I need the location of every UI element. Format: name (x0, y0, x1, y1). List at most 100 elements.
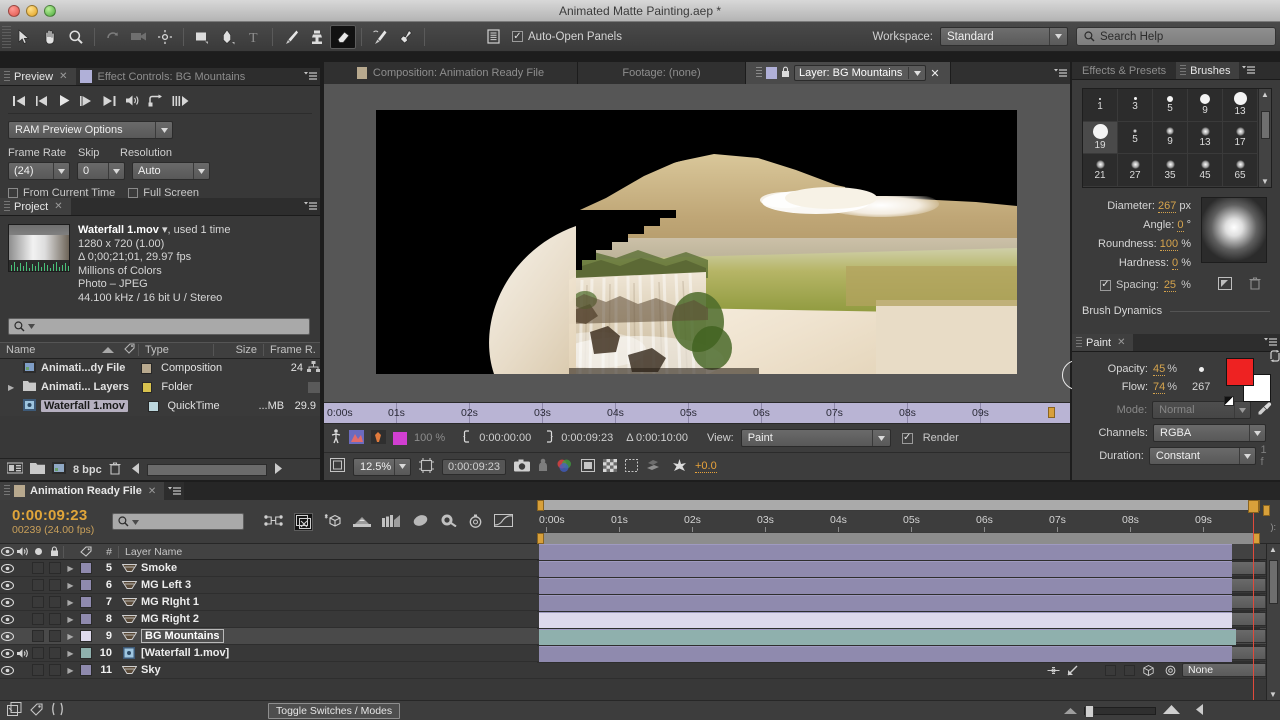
new-folder-button[interactable] (30, 462, 45, 477)
new-brush-button[interactable] (1217, 277, 1232, 293)
table-row[interactable]: ▶ 11 Sky None (0, 662, 1280, 679)
brush-dynamics-section[interactable]: Brush Dynamics (1072, 305, 1280, 317)
expand-triangle-icon[interactable]: ▶ (63, 666, 78, 675)
snapshot-icon[interactable] (514, 459, 530, 475)
workspace-select[interactable]: Standard (940, 27, 1068, 46)
solo-toggle-7[interactable] (30, 596, 46, 608)
layer-duration-bar[interactable] (537, 595, 1260, 612)
selection-tool[interactable] (11, 25, 37, 49)
transparency-grid-icon[interactable] (603, 458, 617, 475)
layer-artwork[interactable] (376, 110, 1017, 374)
column-header-type[interactable]: Type (138, 344, 213, 357)
target-region-icon[interactable] (330, 429, 342, 447)
project-row-movie[interactable]: Waterfall 1.mov QuickTime ...MB 29.9 (0, 397, 320, 416)
timeline-ruler[interactable]: 0:00s 01s 02s 03s 04s 05s 06s 07s 08s 09s (537, 500, 1260, 544)
hand-tool[interactable] (37, 25, 63, 49)
eyedropper-icon[interactable] (1257, 401, 1272, 419)
horizontal-scrollbar[interactable] (146, 463, 267, 476)
scrollbar-thumb[interactable] (1269, 560, 1278, 604)
expand-triangle-icon[interactable]: ▶ (63, 581, 78, 590)
layer-duration-bar[interactable] (537, 646, 1260, 663)
layer-canvas[interactable] (324, 84, 1092, 402)
new-comp-button[interactable] (6, 462, 24, 477)
num-column-header[interactable]: # (94, 546, 118, 558)
exposure-icon[interactable] (672, 458, 687, 476)
label-swatch[interactable] (78, 562, 94, 574)
tab-layer[interactable]: Layer: BG Mountains ✕ (746, 62, 951, 84)
project-row-folder[interactable]: ▶ Animati... Layers Folder (0, 378, 320, 397)
duration-value[interactable]: Δ 0:00:10:00 (626, 432, 688, 444)
solo-toggle-10[interactable] (30, 647, 46, 659)
solo-toggle-6[interactable] (30, 579, 46, 591)
tab-brushes[interactable]: Brushes (1176, 62, 1239, 79)
default-colors-icon[interactable] (1224, 396, 1234, 406)
lock-toggle-10[interactable] (46, 647, 63, 659)
zoom-slider-handle[interactable] (1085, 704, 1094, 718)
hardness-value[interactable]: 0 (1172, 257, 1179, 270)
frame-blending-icon[interactable] (382, 514, 401, 530)
brush-preset-19-5[interactable]: 19 (1083, 121, 1118, 155)
expand-triangle-icon[interactable]: ▶ (63, 649, 78, 658)
auto-open-panels-checkbox[interactable]: ✓ (512, 31, 523, 42)
toolbar-grip[interactable] (2, 25, 11, 48)
brush-preset-5-6[interactable]: 5 (1118, 121, 1153, 155)
play-button[interactable] (58, 94, 71, 107)
skip-select[interactable]: 0 (77, 162, 125, 180)
full-screen-checkbox[interactable] (128, 188, 139, 198)
shape-tool[interactable] (189, 25, 215, 49)
view-select[interactable]: Paint (740, 429, 891, 447)
bit-depth-label[interactable]: 8 bpc (73, 464, 102, 476)
brush-preset-13-8[interactable]: 13 (1188, 121, 1223, 155)
brushes-panel-menu-button[interactable] (1238, 62, 1259, 79)
in-point-value[interactable]: 0:00:00:00 (479, 432, 531, 444)
from-current-time-checkbox[interactable] (8, 188, 18, 198)
video-toggle-7[interactable] (0, 597, 15, 607)
exposure-value[interactable]: +0.0 (695, 460, 717, 473)
layer-bar-fill[interactable] (539, 561, 1232, 577)
label-swatch[interactable] (78, 664, 94, 676)
search-dropdown-icon[interactable] (132, 516, 139, 528)
last-frame-button[interactable] (102, 95, 117, 107)
scroll-up-arrow[interactable] (307, 381, 320, 393)
scroll-left-arrow[interactable] (1196, 703, 1204, 718)
motion-blur-icon[interactable] (353, 514, 371, 530)
lock-toggle-5[interactable] (46, 562, 63, 574)
work-area-start-marker-bottom[interactable] (537, 533, 544, 544)
toggle-switches-modes-button[interactable]: Toggle Switches / Modes (268, 702, 401, 719)
preview-panel-menu-button[interactable] (300, 68, 320, 85)
guides-icon[interactable] (625, 458, 638, 475)
angle-value[interactable]: 0 (1177, 219, 1184, 232)
tab-preview[interactable]: Preview ✕ (0, 68, 76, 85)
opacity-value[interactable]: 45 (1153, 363, 1166, 376)
lock-toggle-8[interactable] (46, 613, 63, 625)
channel-icon[interactable] (556, 458, 573, 475)
layer-bar-fill[interactable] (539, 544, 1232, 560)
close-icon[interactable]: ✕ (1117, 337, 1125, 348)
camera-tool[interactable] (126, 25, 152, 49)
label-swatch[interactable] (147, 400, 159, 412)
zoom-out-icon[interactable] (1064, 705, 1077, 717)
zoom-level-select[interactable]: 12.5% (353, 457, 411, 476)
label-swatch[interactable] (78, 596, 94, 608)
layer-duration-bar[interactable] (537, 544, 1260, 561)
video-toggle-10[interactable] (0, 648, 15, 658)
label-swatch[interactable] (141, 362, 152, 374)
expand-triangle-icon[interactable]: ▶ (8, 383, 18, 392)
scroll-left-arrow[interactable] (131, 462, 140, 477)
project-panel-menu-button[interactable] (300, 198, 320, 215)
audio-toggle-10[interactable] (15, 648, 30, 659)
pan-behind-tool[interactable] (152, 25, 178, 49)
label-swatch[interactable] (78, 630, 94, 642)
scroll-up-arrow[interactable]: ▲ (1261, 90, 1269, 99)
lock-toggle-7[interactable] (46, 596, 63, 608)
scroll-right-arrow[interactable] (274, 462, 282, 477)
mask-overlay-icon[interactable] (349, 429, 364, 447)
expand-triangle-icon[interactable]: ▶ (63, 564, 78, 573)
clone-stamp-tool[interactable] (304, 25, 330, 49)
project-row-composition[interactable]: Animati...dy File Composition 24 (0, 359, 321, 378)
quality-switch-11[interactable] (1063, 665, 1082, 676)
expand-triangle-icon[interactable]: ▶ (63, 615, 78, 624)
pen-tool[interactable] (215, 25, 241, 49)
zoom-tool[interactable] (63, 25, 89, 49)
graph-editor-button[interactable] (51, 702, 64, 719)
